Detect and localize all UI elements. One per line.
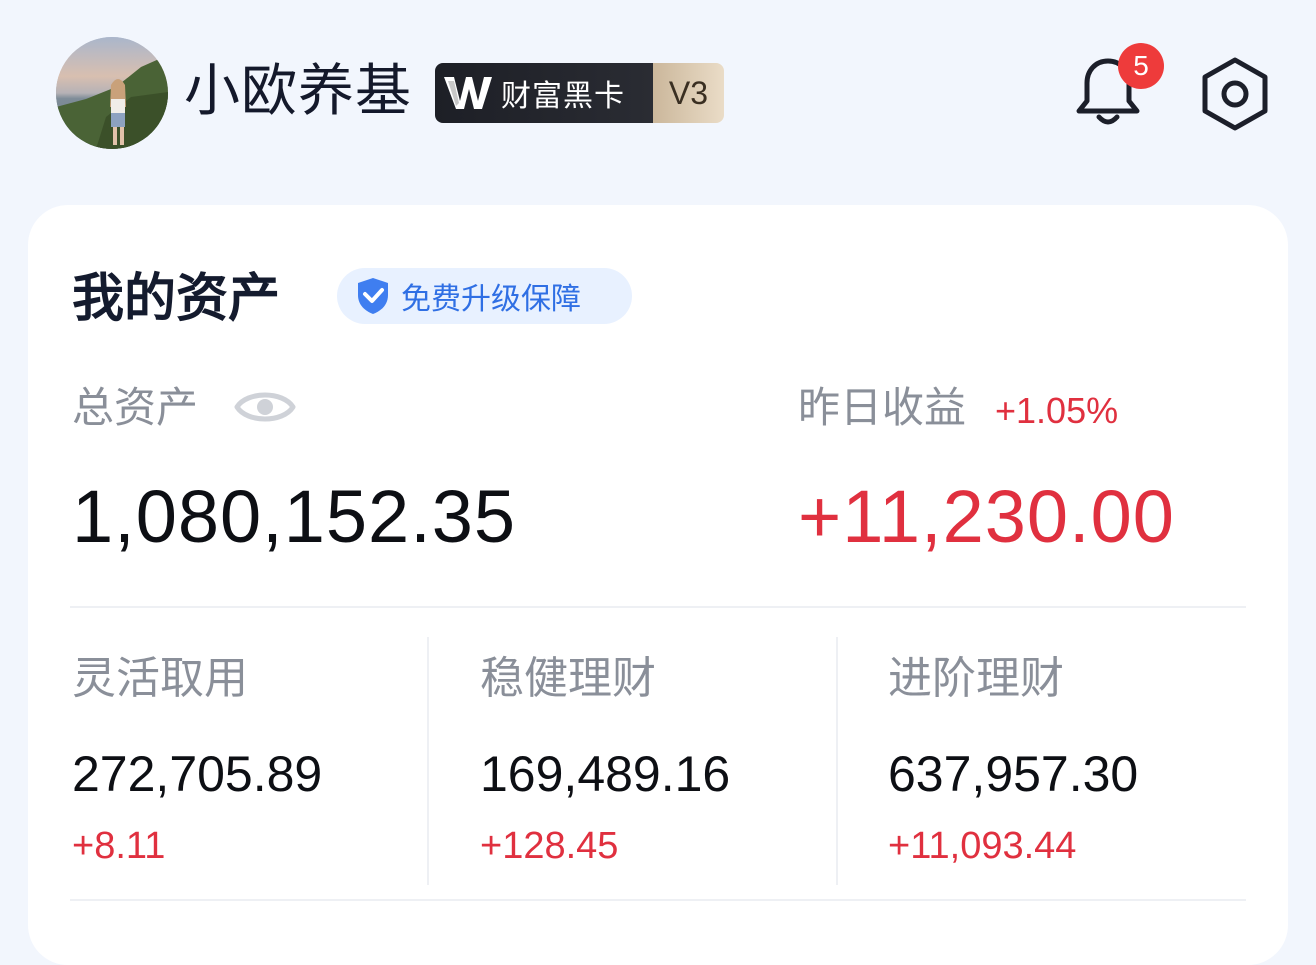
category-stable-gain: +128.45 [480,825,619,867]
total-assets-value: 1,080,152.35 [72,475,517,558]
vip-main: 财富黑卡 [435,63,653,123]
shield-icon [358,278,388,314]
settings-icon [1202,57,1268,131]
settings-button[interactable] [1197,56,1273,132]
vip-logo-icon [435,63,501,123]
category-stable-value: 169,489.16 [480,746,731,802]
avatar[interactable] [56,37,168,149]
guarantee-label: 免费升级保障 [401,282,581,317]
guarantee-upgrade-button[interactable]: 免费升级保障 [337,268,632,324]
category-flexible-label[interactable]: 灵活取用 [72,653,248,705]
category-flexible-value: 272,705.89 [72,746,323,802]
vip-level: V3 [653,63,724,123]
column-divider [427,637,429,885]
category-advanced-gain: +11,093.44 [888,825,1077,867]
yesterday-income-value: +11,230.00 [798,475,1175,558]
profile-header: 小欧养基 财富黑卡 V3 5 [0,0,1316,190]
username[interactable]: 小欧养基 [184,58,412,126]
vip-badge[interactable]: 财富黑卡 V3 [435,63,724,123]
category-advanced-label[interactable]: 进阶理财 [888,653,1064,705]
toggle-visibility-button[interactable] [233,381,297,433]
yesterday-income-percent: +1.05% [995,390,1119,431]
assets-title: 我的资产 [72,269,281,329]
column-divider [836,637,838,885]
total-assets-label: 总资产 [72,383,199,432]
assets-card: 我的资产 免费升级保障 总资产 昨日收益 +1.05% 1,080,152.35… [28,205,1288,965]
avatar-image [56,37,168,149]
category-advanced-value: 637,957.30 [888,746,1139,802]
category-stable-label[interactable]: 稳健理财 [480,653,656,705]
eye-icon [234,392,296,422]
divider [70,606,1246,608]
vip-text: 财富黑卡 [501,79,625,114]
divider [70,899,1246,901]
category-flexible-gain: +8.11 [72,825,166,867]
yesterday-income-label: 昨日收益 [798,383,967,432]
notification-badge: 5 [1118,43,1164,89]
